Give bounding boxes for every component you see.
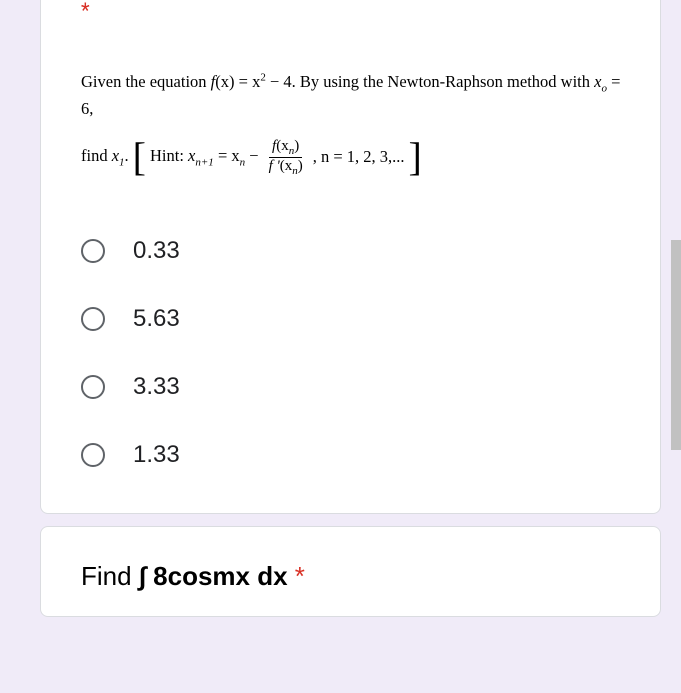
option-label: 1.33 xyxy=(133,441,180,469)
question-text-2: Find ∫ 8cosmx dx * xyxy=(65,551,636,592)
option-label: 3.33 xyxy=(133,373,180,401)
radio-icon[interactable] xyxy=(81,307,105,331)
radio-icon[interactable] xyxy=(81,239,105,263)
option-label: 0.33 xyxy=(133,237,180,265)
question-card-2: Find ∫ 8cosmx dx * xyxy=(40,526,661,617)
option-row[interactable]: 5.63 xyxy=(81,285,636,353)
option-row[interactable]: 3.33 xyxy=(81,353,636,421)
radio-icon[interactable] xyxy=(81,443,105,467)
option-row[interactable]: 0.33 xyxy=(81,217,636,285)
options-group: 0.33 5.63 3.33 1.33 xyxy=(65,217,636,489)
fraction: f(xn) f '(xn) xyxy=(266,138,306,177)
radio-icon[interactable] xyxy=(81,375,105,399)
hint-text: find x1. [ Hint: xn+1 = xn − f(xn) f '(x… xyxy=(65,138,636,177)
question-card-1: * Given the equation f(x) = x2 − 4. By u… xyxy=(40,0,661,514)
option-label: 5.63 xyxy=(133,305,180,333)
option-row[interactable]: 1.33 xyxy=(81,421,636,489)
required-asterisk: * xyxy=(65,0,636,20)
scrollbar-thumb[interactable] xyxy=(671,240,681,450)
question-text: Given the equation f(x) = x2 − 4. By usi… xyxy=(65,70,636,120)
